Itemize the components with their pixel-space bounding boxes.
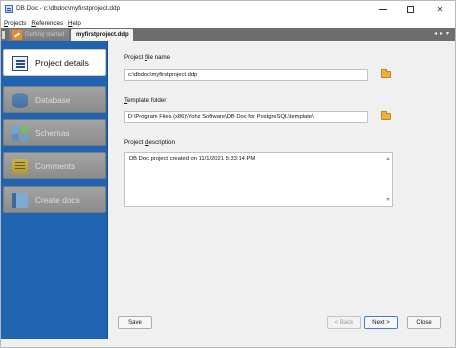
sidebar-item-label: Comments <box>35 160 76 171</box>
sidebar: Project details Database Schemas Comment… <box>1 41 108 339</box>
project-file-name-field[interactable]: c:\dbdoc\myfirstproject.ddp <box>124 69 368 81</box>
menu-references[interactable]: References <box>31 20 63 27</box>
close-button[interactable]: Close <box>407 316 441 329</box>
menu-bar: Projects References Help <box>1 18 455 28</box>
schemas-icon <box>12 126 28 141</box>
project-file-name-label: Project file name <box>124 54 171 61</box>
status-bar <box>1 339 455 347</box>
scroll-up-icon[interactable] <box>386 157 390 160</box>
create-docs-icon <box>12 193 28 208</box>
sidebar-item-comments[interactable]: Comments <box>3 152 106 179</box>
menu-projects[interactable]: Projects <box>4 20 26 27</box>
sidebar-item-project-details[interactable]: Project details <box>3 49 106 76</box>
title-bar: DB Doc - c:\dbdoc\myfirstproject.ddp ✕ <box>1 1 455 18</box>
sidebar-item-label: Schemas <box>35 127 70 138</box>
tab-next-icon[interactable]: ▸ <box>440 30 443 37</box>
folder-icon <box>381 69 391 78</box>
next-button[interactable]: Next > <box>364 316 398 329</box>
back-button[interactable]: < Back <box>327 316 361 329</box>
minimize-icon <box>379 9 387 10</box>
document-tab-strip: Getting started myfirstproject.ddp ◂ ▸ ▾ <box>1 28 455 41</box>
tab-label: myfirstproject.ddp <box>76 32 129 38</box>
app-icon <box>5 5 13 13</box>
browse-file-button[interactable] <box>381 69 392 79</box>
sidebar-item-label: Project details <box>35 57 89 68</box>
close-icon: ✕ <box>436 5 444 14</box>
tab-getting-started[interactable]: Getting started <box>9 29 69 41</box>
database-icon <box>12 93 28 108</box>
window-title: DB Doc - c:\dbdoc\myfirstproject.ddp <box>16 5 121 12</box>
getting-started-icon <box>12 30 22 40</box>
sidebar-item-label: Create docs <box>35 194 80 205</box>
menu-help[interactable]: Help <box>68 20 81 27</box>
maximize-icon <box>406 6 414 13</box>
sidebar-item-schemas[interactable]: Schemas <box>3 119 106 146</box>
project-details-panel: Project file name c:\dbdoc\myfirstprojec… <box>109 41 455 339</box>
close-window-button[interactable]: ✕ <box>428 1 452 18</box>
template-folder-field[interactable]: D:\Program Files (x86)\Yohz Software\DB … <box>124 111 368 123</box>
maximize-button[interactable] <box>398 1 422 18</box>
minimize-button[interactable] <box>371 1 395 18</box>
tab-label: Getting started <box>25 32 65 38</box>
tab-strip-edge <box>2 31 5 39</box>
project-description-text: DB Doc project created on 11/1/2021 5:33… <box>129 156 256 162</box>
tab-prev-icon[interactable]: ◂ <box>434 30 437 37</box>
app-window: DB Doc - c:\dbdoc\myfirstproject.ddp ✕ P… <box>0 0 456 348</box>
sidebar-item-create-docs[interactable]: Create docs <box>3 186 106 213</box>
project-description-field[interactable]: DB Doc project created on 11/1/2021 5:33… <box>124 152 393 207</box>
comments-icon <box>12 159 28 174</box>
tab-myfirstproject[interactable]: myfirstproject.ddp <box>71 29 133 41</box>
scroll-down-icon[interactable] <box>386 198 390 201</box>
folder-icon <box>381 111 391 120</box>
tab-navigation: ◂ ▸ ▾ <box>434 30 449 37</box>
sidebar-item-label: Database <box>35 94 71 105</box>
save-button[interactable]: Save <box>118 316 152 329</box>
browse-template-button[interactable] <box>381 111 392 121</box>
tab-list-chevron-down-icon[interactable]: ▾ <box>446 30 449 37</box>
project-description-label: Project description <box>124 139 175 146</box>
template-folder-label: Template folder <box>124 97 167 104</box>
sidebar-item-database[interactable]: Database <box>3 86 106 113</box>
project-details-icon <box>12 56 28 71</box>
